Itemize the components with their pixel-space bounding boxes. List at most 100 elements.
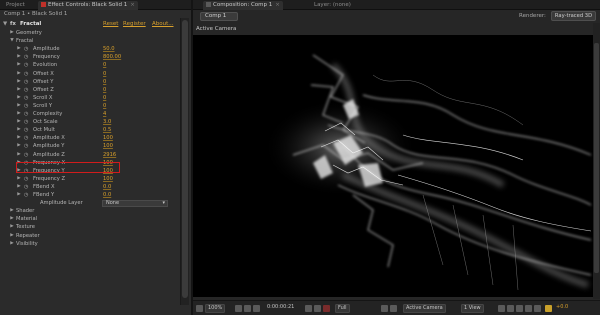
expand-triangle-icon[interactable]: ▶ <box>16 183 22 191</box>
tab-layer[interactable]: Layer: (none) <box>311 1 354 10</box>
expand-triangle-icon[interactable]: ▶ <box>16 134 22 142</box>
expand-triangle-icon[interactable]: ▶ <box>16 70 22 78</box>
stopwatch-icon[interactable]: ◷ <box>24 183 28 191</box>
parameter-row[interactable]: ▶ ◷ FBend X 0.0 <box>0 183 178 191</box>
camera-dropdown[interactable]: Active Camera <box>403 304 446 313</box>
expand-triangle-icon[interactable]: ▶ <box>16 110 22 118</box>
about-link[interactable]: About... <box>152 20 174 28</box>
parameter-row[interactable]: ▶ ◷ Amplitude X 100 <box>0 134 178 142</box>
zoom-dropdown[interactable]: 100% <box>205 304 226 313</box>
expand-triangle-icon[interactable]: ▶ <box>16 151 22 159</box>
property-group[interactable]: ▶ Shader <box>0 207 178 215</box>
parameter-value[interactable]: 50.0 <box>103 45 115 53</box>
parameter-value[interactable]: 0.0 <box>103 183 111 191</box>
expand-triangle-icon[interactable]: ▶ <box>16 45 22 53</box>
expand-triangle-icon[interactable]: ▶ <box>16 142 22 150</box>
parameter-value[interactable]: 3.0 <box>103 118 111 126</box>
fast-previews-icon[interactable] <box>507 305 514 312</box>
viewer-scrollbar[interactable] <box>593 23 600 299</box>
timeline-icon[interactable] <box>516 305 523 312</box>
fx-icon[interactable]: fx <box>10 20 16 28</box>
expand-triangle-icon[interactable]: ▶ <box>16 78 22 86</box>
expand-triangle-icon[interactable]: ▶ <box>16 191 22 199</box>
stopwatch-icon[interactable]: ◷ <box>24 78 28 86</box>
expand-triangle-icon[interactable]: ▼ <box>9 37 15 45</box>
left-scrollbar-thumb[interactable] <box>182 20 188 298</box>
parameter-value[interactable]: 100 <box>103 175 113 183</box>
stopwatch-icon[interactable]: ◷ <box>24 151 28 159</box>
parameter-row[interactable]: ▶ ◷ Frequency 800.00 <box>0 53 178 61</box>
parameter-row[interactable]: ▶ ◷ Oct Scale 3.0 <box>0 118 178 126</box>
stopwatch-icon[interactable]: ◷ <box>24 102 28 110</box>
parameter-row[interactable]: ▶ ◷ Offset Z 0 <box>0 86 178 94</box>
property-group[interactable]: ▶ Repeater <box>0 232 178 240</box>
parameter-row[interactable]: ▶ ◷ Scroll X 0 <box>0 94 178 102</box>
always-preview-icon[interactable] <box>196 305 203 312</box>
lock-icon-comp[interactable] <box>206 2 211 7</box>
views-dropdown[interactable]: 1 View <box>461 304 484 313</box>
parameter-row[interactable]: ▶ ◷ Evolution 0 <box>0 61 178 69</box>
stopwatch-icon[interactable]: ◷ <box>24 191 28 199</box>
tab-project[interactable]: Project <box>3 1 28 10</box>
timecode[interactable]: 0:00:00:21 <box>265 304 296 313</box>
mask-visibility-icon[interactable] <box>244 305 251 312</box>
comp-dropdown[interactable]: Comp 1 <box>200 12 238 21</box>
composition-viewer[interactable] <box>193 35 593 297</box>
stopwatch-icon[interactable]: ◷ <box>24 134 28 142</box>
stopwatch-icon[interactable]: ◷ <box>24 61 28 69</box>
register-link[interactable]: Register <box>123 20 146 28</box>
exposure-value[interactable]: +0.0 <box>554 304 570 313</box>
snapshot-icon[interactable] <box>305 305 312 312</box>
stopwatch-icon[interactable]: ◷ <box>24 126 28 134</box>
stopwatch-icon[interactable]: ◷ <box>24 118 28 126</box>
expand-triangle-icon[interactable]: ▶ <box>16 94 22 102</box>
parameter-value[interactable]: 0 <box>103 86 106 94</box>
parameter-row[interactable]: Amplitude Layer <box>0 199 178 207</box>
tab-effect-controls[interactable]: Effect Controls: Black Solid 1 × <box>38 1 138 10</box>
pixel-aspect-icon[interactable] <box>498 305 505 312</box>
lock-icon[interactable] <box>41 2 46 7</box>
reset-link[interactable]: Reset <box>103 20 118 28</box>
stopwatch-icon[interactable]: ◷ <box>24 70 28 78</box>
property-group[interactable]: ▶ Material <box>0 215 178 223</box>
parameter-row[interactable]: ▶ ◷ Complexity 4 <box>0 110 178 118</box>
expand-triangle-icon[interactable]: ▶ <box>16 118 22 126</box>
left-scrollbar[interactable] <box>180 18 189 305</box>
stopwatch-icon[interactable]: ◷ <box>24 86 28 94</box>
close-icon[interactable]: × <box>130 1 135 10</box>
show-snapshot-icon[interactable] <box>314 305 321 312</box>
parameter-value[interactable]: 0 <box>103 61 106 69</box>
collapse-triangle-icon[interactable]: ▶ <box>9 215 15 223</box>
parameter-row[interactable]: ▶ ◷ Offset X 0 <box>0 70 178 78</box>
close-icon[interactable]: × <box>275 1 280 10</box>
stopwatch-icon[interactable]: ◷ <box>24 94 28 102</box>
parameter-row[interactable]: ▶ ◷ Offset Y 0 <box>0 78 178 86</box>
expand-triangle-icon[interactable]: ▶ <box>16 175 22 183</box>
stopwatch-icon[interactable]: ◷ <box>24 110 28 118</box>
stopwatch-icon[interactable]: ◷ <box>24 175 28 183</box>
collapse-triangle-icon[interactable]: ▶ <box>9 223 15 231</box>
expand-triangle-icon[interactable]: ▶ <box>16 102 22 110</box>
expand-triangle-icon[interactable]: ▶ <box>16 61 22 69</box>
stopwatch-icon[interactable]: ◷ <box>24 142 28 150</box>
region-icon[interactable] <box>253 305 260 312</box>
collapse-triangle-icon[interactable]: ▶ <box>9 240 15 248</box>
parameter-value[interactable]: 0 <box>103 94 106 102</box>
stopwatch-icon[interactable]: ◷ <box>24 45 28 53</box>
expand-triangle-icon[interactable]: ▶ <box>16 53 22 61</box>
property-group[interactable]: ▼ Fractal <box>0 37 178 45</box>
grid-icon[interactable] <box>235 305 242 312</box>
parameter-row[interactable]: ▶ ◷ Frequency Z 100 <box>0 175 178 183</box>
parameter-value[interactable]: 0 <box>103 102 106 110</box>
flowchart-icon[interactable] <box>525 305 532 312</box>
expand-triangle-icon[interactable]: ▶ <box>16 126 22 134</box>
stopwatch-icon[interactable]: ◷ <box>24 53 28 61</box>
expand-triangle-icon[interactable]: ▶ <box>16 86 22 94</box>
property-group[interactable]: ▶ Visibility <box>0 240 178 248</box>
parameter-value[interactable]: 100 <box>103 134 113 142</box>
parameter-value[interactable]: 4 <box>103 110 106 118</box>
parameter-value[interactable]: 2916 <box>103 151 116 159</box>
collapse-triangle-icon[interactable]: ▼ <box>3 20 7 28</box>
parameter-row[interactable]: ▶ ◷ Scroll Y 0 <box>0 102 178 110</box>
collapse-triangle-icon[interactable]: ▶ <box>9 207 15 215</box>
